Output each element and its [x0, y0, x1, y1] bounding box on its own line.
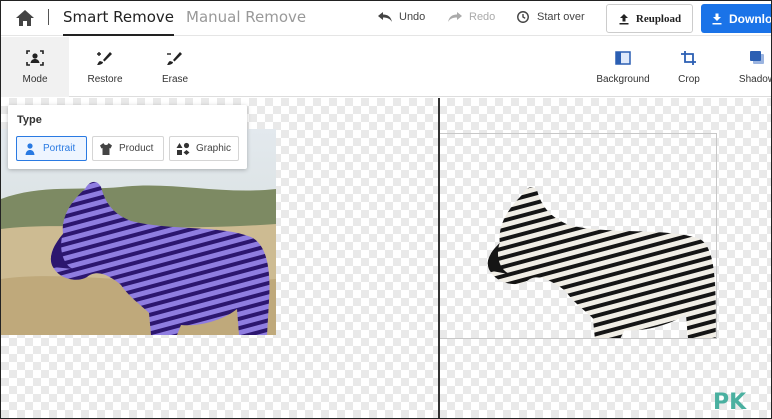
portrait-mode-icon [26, 49, 44, 66]
undo-button[interactable]: Undo [377, 10, 425, 24]
top-bar: Smart Remove Manual Remove Undo Redo Sta… [1, 1, 772, 36]
undo-label: Undo [399, 11, 426, 23]
portrait-type-button[interactable]: Portrait [16, 136, 87, 161]
download-label: Download [729, 11, 772, 26]
mode-tool[interactable]: Mode [1, 37, 69, 97]
header-separator [48, 9, 49, 25]
type-panel-title: Type [17, 114, 42, 126]
tab-manual-remove[interactable]: Manual Remove [186, 8, 306, 26]
redo-label: Redo [469, 11, 496, 23]
shapes-icon [176, 142, 190, 155]
shadow-tool[interactable]: Shadow [723, 37, 772, 97]
brush-minus-icon [167, 51, 182, 65]
portrait-type-label: Portrait [43, 143, 76, 154]
reupload-label: Reupload [635, 12, 682, 25]
erase-tool[interactable]: Erase [141, 37, 209, 97]
type-panel: Type Portrait Product Graphic [8, 105, 247, 169]
undo-icon [378, 12, 392, 22]
result-zebra-cutout [439, 133, 717, 339]
canvas-divider [438, 98, 440, 418]
restore-tool[interactable]: Restore [71, 37, 139, 97]
download-button[interactable]: Download [701, 4, 772, 33]
shadow-icon [750, 50, 764, 64]
background-tool[interactable]: Background [589, 37, 657, 97]
start-over-label: Start over [537, 11, 585, 23]
graphic-type-label: Graphic [196, 143, 232, 154]
tool-bar: Mode Restore Erase Background Crop Shado… [1, 37, 772, 97]
graphic-type-button[interactable]: Graphic [169, 136, 239, 161]
brush-plus-icon [97, 51, 112, 65]
shadow-label: Shadow [738, 73, 772, 85]
redo-icon [448, 12, 462, 22]
mode-label: Mode [22, 73, 48, 85]
watermark-text: PK [713, 390, 747, 415]
product-type-label: Product [119, 143, 154, 154]
app-window: Smart Remove Manual Remove Undo Redo Sta… [0, 0, 772, 419]
background-icon [615, 50, 631, 65]
crop-label: Crop [678, 73, 700, 85]
product-type-button[interactable]: Product [92, 136, 164, 161]
home-icon[interactable] [15, 9, 35, 27]
start-over-button[interactable]: Start over [515, 10, 585, 24]
erase-label: Erase [161, 73, 189, 85]
person-icon [25, 142, 35, 155]
upload-icon [619, 13, 629, 24]
history-icon [517, 11, 529, 23]
redo-button[interactable]: Redo [447, 10, 495, 24]
crop-icon [681, 50, 696, 65]
background-label: Background [596, 73, 650, 85]
download-icon [712, 13, 722, 24]
shirt-icon [100, 142, 112, 155]
crop-tool[interactable]: Crop [655, 37, 723, 97]
tab-smart-remove[interactable]: Smart Remove [63, 8, 175, 36]
restore-label: Restore [87, 73, 123, 85]
reupload-button[interactable]: Reupload [606, 4, 693, 33]
